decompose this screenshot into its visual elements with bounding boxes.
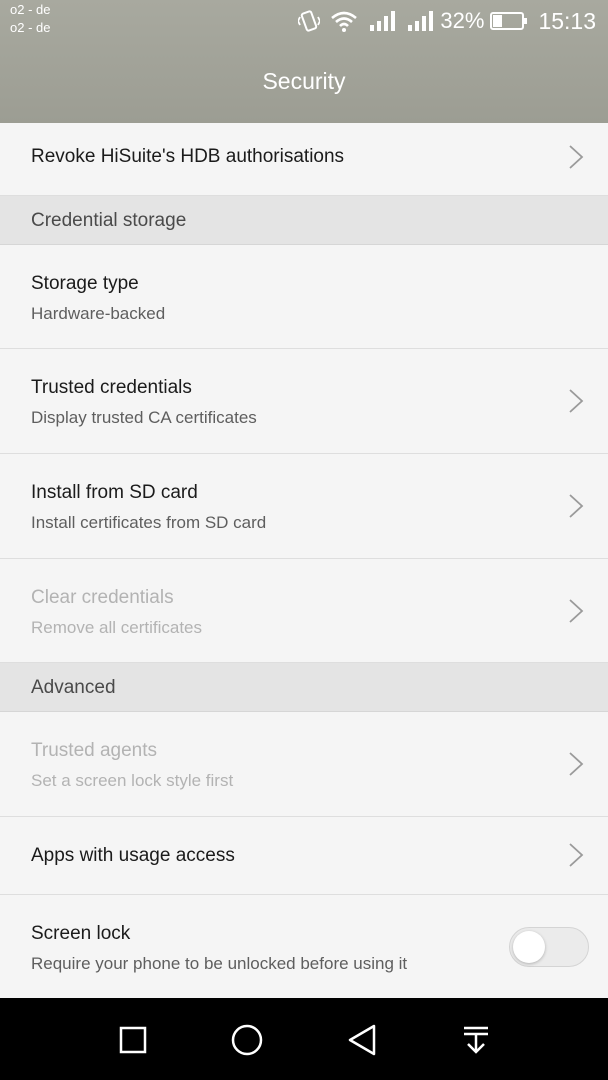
chevron-right-icon [569, 599, 584, 623]
storage-type-title: Storage type [31, 273, 139, 294]
clear-credentials-title: Clear credentials [31, 587, 174, 608]
clock: 15:13 [538, 7, 596, 34]
install-from-sd-item[interactable]: Install from SD card Install certificate… [0, 454, 608, 559]
home-circle-icon[interactable] [227, 1020, 267, 1060]
screen-lock-item[interactable]: Screen lock Require your phone to be unl… [0, 895, 608, 998]
section-label: Advanced [31, 677, 116, 698]
storage-type-item: Storage type Hardware-backed [0, 245, 608, 349]
revoke-hdb-item[interactable]: Revoke HiSuite's HDB authorisations [0, 123, 608, 196]
trusted-agents-subtitle: Set a screen lock style first [31, 771, 234, 790]
battery-icon [490, 12, 528, 30]
trusted-agents-title: Trusted agents [31, 740, 158, 761]
apps-usage-access-title: Apps with usage access [31, 845, 235, 866]
screen-lock-title: Screen lock [31, 923, 131, 944]
trusted-credentials-subtitle: Display trusted CA certificates [31, 408, 257, 427]
section-label: Credential storage [31, 210, 187, 231]
clear-credentials-subtitle: Remove all certificates [31, 618, 203, 637]
navigation-bar [0, 998, 608, 1080]
vibrate-icon [298, 10, 321, 32]
notification-pull-icon[interactable] [456, 1020, 496, 1060]
chevron-right-icon [569, 843, 584, 867]
back-triangle-icon[interactable] [342, 1020, 382, 1060]
install-from-sd-subtitle: Install certificates from SD card [31, 513, 267, 532]
carrier-label-1: o2 - de [10, 2, 51, 17]
recents-square-icon[interactable] [113, 1020, 153, 1060]
clear-credentials-item: Clear credentials Remove all certificate… [0, 559, 608, 663]
revoke-hdb-title: Revoke HiSuite's HDB authorisations [31, 146, 345, 167]
screen-lock-subtitle: Require your phone to be unlocked before… [31, 954, 408, 973]
chevron-right-icon [569, 145, 584, 169]
page-title: Security [262, 68, 346, 94]
chevron-right-icon [569, 752, 584, 776]
section-header-credential-storage: Credential storage [0, 196, 608, 245]
toggle-knob [513, 931, 545, 963]
battery-percent: 32% [440, 8, 485, 33]
storage-type-value: Hardware-backed [31, 304, 166, 323]
apps-usage-access-item[interactable]: Apps with usage access [0, 817, 608, 895]
chevron-right-icon [569, 389, 584, 413]
chevron-right-icon [569, 494, 584, 518]
install-from-sd-title: Install from SD card [31, 482, 198, 503]
trusted-credentials-title: Trusted credentials [31, 377, 192, 398]
status-icons: 32% 15:13 [298, 6, 596, 36]
trusted-agents-item: Trusted agents Set a screen lock style f… [0, 712, 608, 817]
section-header-advanced: Advanced [0, 663, 608, 712]
trusted-credentials-item[interactable]: Trusted credentials Display trusted CA c… [0, 349, 608, 454]
wifi-icon [331, 11, 358, 32]
signal-icon [408, 11, 434, 31]
screen-lock-toggle[interactable] [509, 927, 589, 967]
header-bar: o2 - de o2 - de 32% 15:13 Security [0, 0, 608, 123]
signal-icon [370, 11, 396, 31]
carrier-label-2: o2 - de [10, 20, 51, 35]
